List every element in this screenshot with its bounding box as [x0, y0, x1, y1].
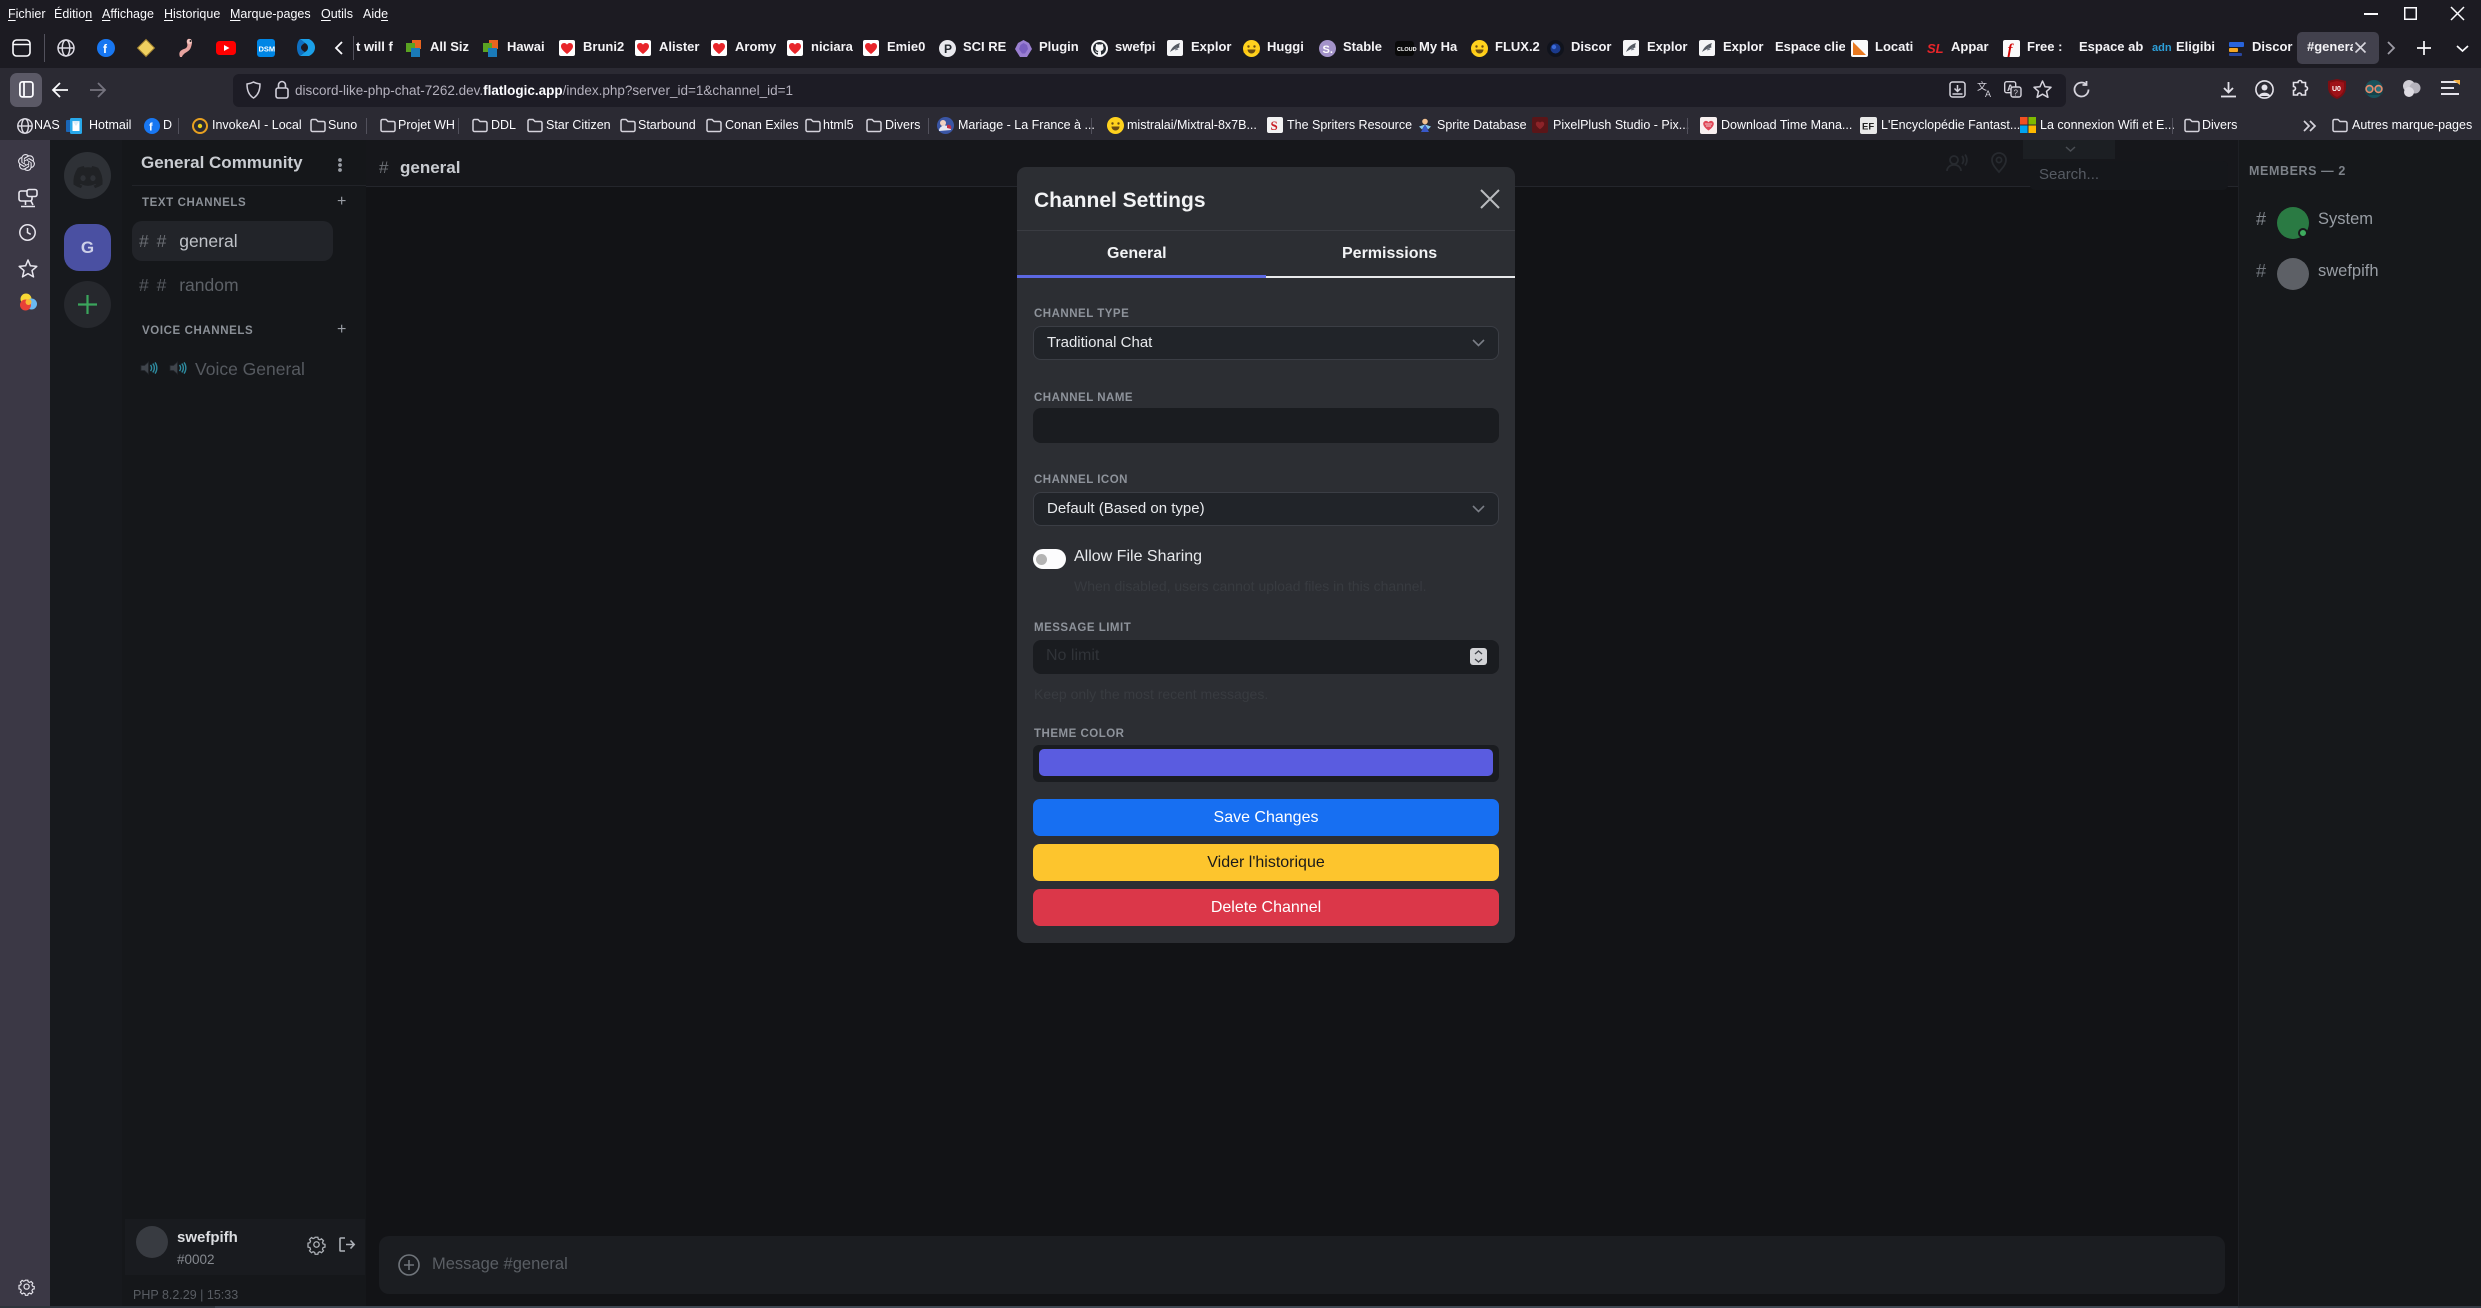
svg-text:f: f [149, 122, 153, 134]
svg-text:SL: SL [1927, 41, 1944, 56]
svg-text:adn: adn [2152, 42, 2172, 54]
svg-text:S: S [1271, 118, 1278, 133]
svg-text:DSM: DSM [259, 45, 276, 54]
svg-text:P: P [944, 42, 952, 56]
svg-text:EF: EF [1862, 122, 1874, 133]
svg-text:A: A [1985, 89, 1991, 99]
svg-text:S.: S. [1323, 44, 1333, 56]
svg-text:U0: U0 [2332, 86, 2341, 93]
svg-text:?: ? [2014, 89, 2019, 98]
svg-text:CLOUD: CLOUD [1397, 47, 1417, 53]
